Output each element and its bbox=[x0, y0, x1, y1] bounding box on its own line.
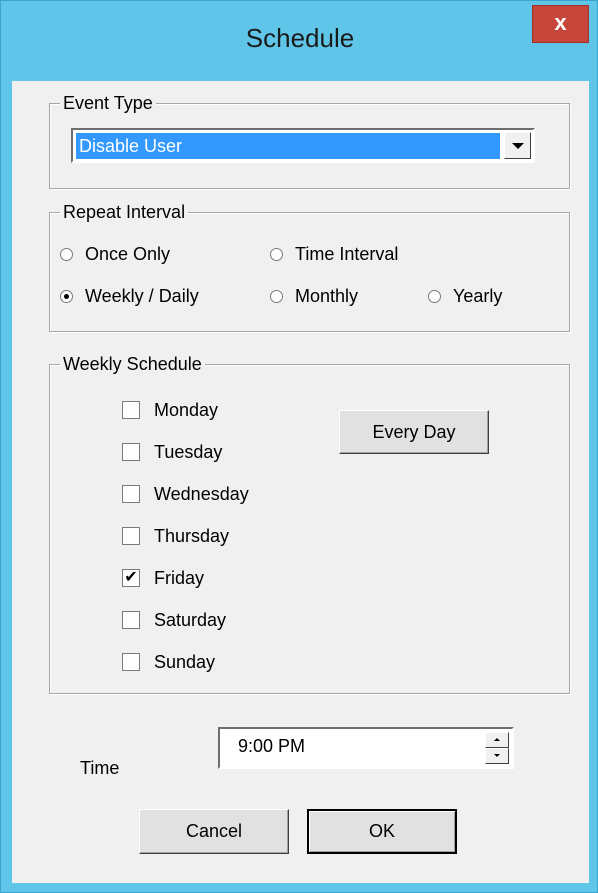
weekly-schedule-legend: Weekly Schedule bbox=[60, 352, 205, 376]
checkbox-wednesday[interactable]: Wednesday bbox=[122, 479, 249, 509]
radio-once-only-label: Once Only bbox=[85, 243, 171, 264]
checkbox-monday[interactable]: Monday bbox=[122, 395, 218, 425]
checkbox-sunday-label: Sunday bbox=[154, 651, 216, 672]
checkbox-saturday[interactable]: Saturday bbox=[122, 605, 226, 635]
checkbox-friday-box[interactable]: ✔ bbox=[122, 569, 140, 587]
spin-down-icon[interactable] bbox=[485, 748, 509, 764]
dialog-body: Event Type Disable User Repeat Interval … bbox=[12, 81, 589, 883]
radio-once-only-dot[interactable] bbox=[60, 247, 73, 261]
radio-yearly-label: Yearly bbox=[453, 285, 503, 306]
radio-weekly-daily[interactable]: Weekly / Daily bbox=[60, 283, 199, 309]
spin-up-icon[interactable] bbox=[485, 732, 509, 748]
window-title: Schedule bbox=[245, 23, 355, 53]
radio-once-only[interactable]: Once Only bbox=[60, 241, 170, 267]
title-bar[interactable]: Schedule x bbox=[1, 1, 598, 81]
checkbox-sunday[interactable]: Sunday bbox=[122, 647, 215, 677]
cancel-button[interactable]: Cancel bbox=[139, 809, 289, 854]
radio-yearly[interactable]: Yearly bbox=[428, 283, 502, 309]
radio-monthly-label: Monthly bbox=[295, 285, 359, 306]
checkbox-wednesday-label: Wednesday bbox=[154, 483, 249, 504]
schedule-window: Schedule x Event Type Disable User Repea… bbox=[0, 0, 598, 893]
ok-button[interactable]: OK bbox=[307, 809, 457, 854]
checkbox-tuesday-box[interactable] bbox=[122, 443, 140, 461]
time-label: Time bbox=[80, 758, 120, 778]
checkbox-tuesday[interactable]: Tuesday bbox=[122, 437, 222, 467]
checkbox-thursday[interactable]: Thursday bbox=[122, 521, 229, 551]
close-icon: x bbox=[554, 10, 567, 35]
checkbox-thursday-label: Thursday bbox=[154, 525, 230, 546]
radio-weekly-daily-dot[interactable] bbox=[60, 289, 73, 303]
radio-time-interval[interactable]: Time Interval bbox=[270, 241, 398, 267]
checkbox-friday-label: Friday bbox=[154, 567, 205, 588]
repeat-interval-legend: Repeat Interval bbox=[60, 200, 189, 224]
event-type-legend: Event Type bbox=[60, 91, 156, 115]
checkbox-saturday-box[interactable] bbox=[122, 611, 140, 629]
repeat-interval-group: Repeat Interval Once Only Time Interval … bbox=[49, 200, 570, 332]
weekly-schedule-group: Weekly Schedule Monday Tuesday Wednesday… bbox=[49, 352, 570, 694]
every-day-button[interactable]: Every Day bbox=[339, 410, 489, 454]
checkbox-monday-label: Monday bbox=[154, 399, 219, 420]
checkbox-friday[interactable]: ✔ Friday bbox=[122, 563, 204, 593]
checkbox-wednesday-box[interactable] bbox=[122, 485, 140, 503]
time-value[interactable]: 9:00 PM bbox=[238, 736, 305, 757]
radio-weekly-daily-label: Weekly / Daily bbox=[85, 285, 199, 306]
radio-time-interval-dot[interactable] bbox=[270, 247, 283, 261]
radio-monthly-dot[interactable] bbox=[270, 289, 283, 303]
radio-time-interval-label: Time Interval bbox=[295, 243, 399, 264]
checkbox-monday-box[interactable] bbox=[122, 401, 140, 419]
checkbox-saturday-label: Saturday bbox=[154, 609, 227, 630]
checkbox-thursday-box[interactable] bbox=[122, 527, 140, 545]
chevron-down-icon[interactable] bbox=[504, 132, 531, 159]
checkbox-sunday-box[interactable] bbox=[122, 653, 140, 671]
radio-monthly[interactable]: Monthly bbox=[270, 283, 358, 309]
event-type-selected-value: Disable User bbox=[76, 133, 500, 159]
event-type-group: Event Type Disable User bbox=[49, 91, 570, 189]
event-type-dropdown[interactable]: Disable User bbox=[71, 128, 535, 163]
close-button[interactable]: x bbox=[532, 5, 589, 43]
checkmark-icon: ✔ bbox=[124, 569, 138, 586]
radio-yearly-dot[interactable] bbox=[428, 289, 441, 303]
time-spinner[interactable]: 9:00 PM bbox=[218, 727, 514, 769]
checkbox-tuesday-label: Tuesday bbox=[154, 441, 223, 462]
